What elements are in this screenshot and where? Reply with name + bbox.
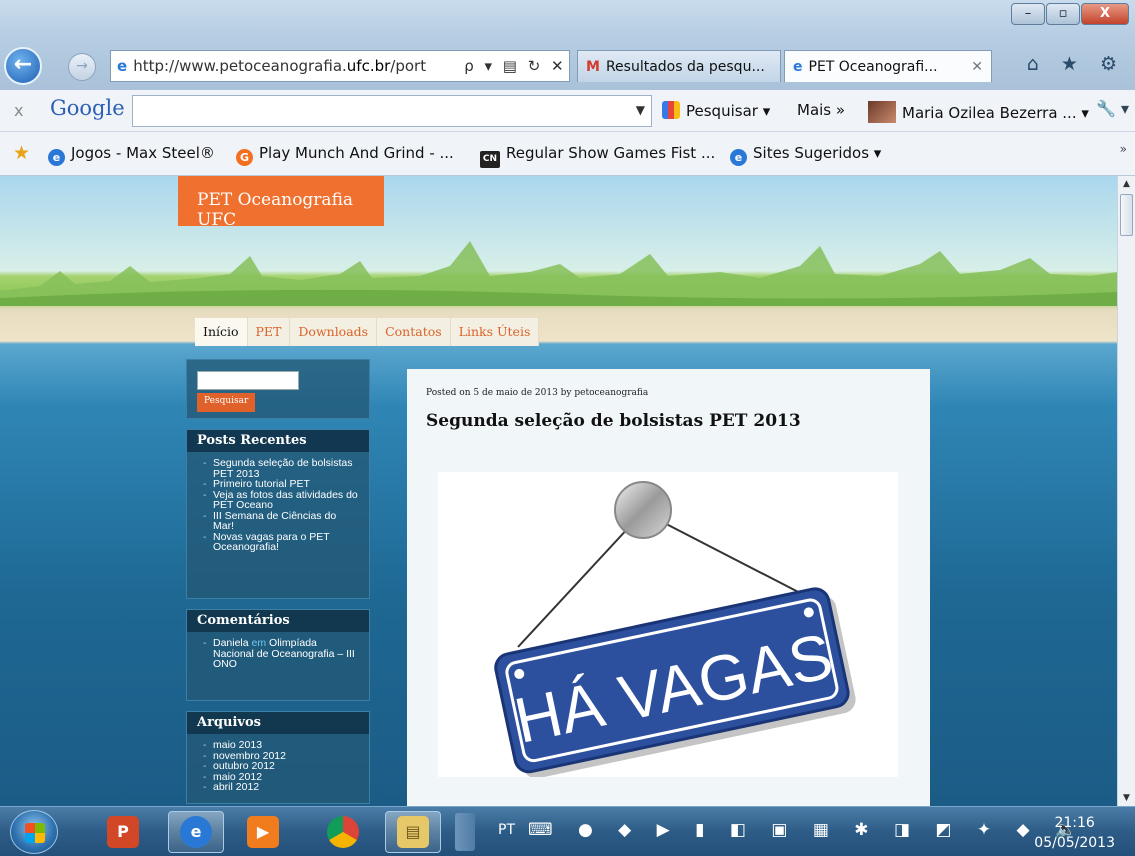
comments-widget: Comentários Daniela em Olimpíada Naciona… bbox=[186, 609, 370, 701]
post-content: Posted on 5 de maio de 2013 by petoceano… bbox=[407, 369, 930, 806]
google-search-icon bbox=[662, 101, 680, 119]
taskbar-internet-explorer[interactable]: e bbox=[168, 811, 224, 853]
gmail-icon: M bbox=[586, 58, 600, 75]
ie-icon: e bbox=[48, 149, 65, 166]
web-page: PET Oceanografia UFC Início PET Download… bbox=[0, 176, 1117, 806]
media-player-icon: ▶ bbox=[247, 816, 279, 848]
recent-post-link[interactable]: Veja as fotos das atividades do PET Ocea… bbox=[203, 489, 359, 511]
nav-pet[interactable]: PET bbox=[248, 318, 291, 346]
sidebar: Pesquisar Posts Recentes Segunda seleção… bbox=[186, 359, 370, 806]
google-logo: Google bbox=[50, 96, 125, 120]
nav-contatos[interactable]: Contatos bbox=[377, 318, 451, 346]
nav-links-uteis[interactable]: Links Úteis bbox=[451, 318, 540, 346]
address-url[interactable]: http://www.petoceanografia.ufc.br/port bbox=[133, 57, 458, 75]
favorite-link[interactable]: CN Regular Show Games Fist ... bbox=[480, 144, 715, 168]
recent-post-link[interactable]: Primeiro tutorial PET bbox=[203, 479, 359, 490]
user-account-button[interactable]: Maria Ozilea Bezerra ... ▾ bbox=[868, 101, 1089, 123]
system-clock[interactable]: 21:16 05/05/2013 bbox=[1034, 813, 1115, 853]
site-search-input[interactable] bbox=[197, 371, 299, 390]
archive-link[interactable]: abril 2012 bbox=[203, 782, 359, 793]
comment-item[interactable]: Daniela em Olimpíada Nacional de Oceanog… bbox=[203, 638, 359, 670]
favorite-link[interactable]: G Play Munch And Grind - ... bbox=[236, 144, 454, 166]
ie-icon: e bbox=[793, 58, 803, 75]
taskbar-file-explorer[interactable]: ▤ bbox=[385, 811, 441, 853]
scroll-up-arrow-icon[interactable]: ▲ bbox=[1118, 176, 1135, 192]
recent-posts-widget: Posts Recentes Segunda seleção de bolsis… bbox=[186, 429, 370, 599]
window-controls: – ▫ X bbox=[1010, 3, 1129, 25]
more-favorites-chevron-icon[interactable]: » bbox=[1120, 142, 1127, 156]
close-tab-icon[interactable]: ✕ bbox=[971, 59, 983, 75]
more-button[interactable]: Mais » bbox=[797, 101, 845, 119]
taskbar-divider[interactable] bbox=[455, 813, 475, 851]
post-meta: Posted on 5 de maio de 2013 by petoceano… bbox=[426, 388, 649, 398]
taskbar-media-player[interactable]: ▶ bbox=[235, 811, 291, 853]
ha-vagas-image: HÁ VAGAS bbox=[438, 472, 898, 779]
internet-explorer-icon: e bbox=[180, 816, 212, 848]
windows-logo-icon bbox=[25, 823, 45, 843]
minimize-button[interactable]: – bbox=[1011, 3, 1045, 25]
forward-button[interactable]: → bbox=[68, 53, 96, 81]
favorites-bar: ★ e Jogos - Max Steel® G Play Munch And Gr… bbox=[0, 132, 1135, 176]
chevron-down-icon[interactable]: ▼ bbox=[636, 103, 645, 117]
address-tools[interactable]: ρ ▾ ▤ ↻ ✕ bbox=[464, 57, 566, 75]
system-tray-icons[interactable]: ⌨ ● ◆ ▶ ▮ ◧ ▣ ▦ ✱ ◨ ◩ ✦ ◆ 🔈 bbox=[528, 820, 1086, 840]
google-toolbar: x Google ▼ Pesquisar ▾ Mais » Maria Ozil… bbox=[0, 90, 1135, 132]
avatar bbox=[868, 101, 896, 123]
tab-label: PET Oceanografi... bbox=[808, 58, 938, 75]
close-window-button[interactable]: X bbox=[1081, 3, 1129, 25]
site-nav: Início PET Downloads Contatos Links Útei… bbox=[195, 318, 540, 346]
widget-heading: Comentários bbox=[187, 610, 369, 632]
sidebar-search: Pesquisar bbox=[186, 359, 370, 419]
recent-post-link[interactable]: Segunda seleção de bolsistas PET 2013 bbox=[203, 458, 359, 479]
address-bar[interactable]: e http://www.petoceanografia.ufc.br/port… bbox=[110, 50, 570, 82]
nav-inicio[interactable]: Início bbox=[195, 318, 248, 346]
chrome-icon bbox=[327, 816, 359, 848]
archives-widget: Arquivos maio 2013 novembro 2012 outubro… bbox=[186, 711, 370, 804]
site-search-button[interactable]: Pesquisar bbox=[197, 393, 256, 412]
maximize-button[interactable]: ▫ bbox=[1046, 3, 1080, 25]
ie-icon: e bbox=[730, 149, 747, 166]
google-search-button[interactable]: Pesquisar ▾ bbox=[662, 101, 770, 120]
browser-titlebar: – ▫ X ← → e http://www.petoceanografia.u… bbox=[0, 0, 1135, 90]
nav-downloads[interactable]: Downloads bbox=[290, 318, 378, 346]
post-title[interactable]: Segunda seleção de bolsistas PET 2013 bbox=[426, 411, 801, 431]
back-button[interactable]: ← bbox=[4, 47, 42, 85]
home-favorites-tools-icons[interactable]: ⌂ ★ ⚙ bbox=[1027, 53, 1125, 75]
language-indicator[interactable]: PT bbox=[498, 822, 515, 838]
scroll-down-arrow-icon[interactable]: ▼ bbox=[1118, 790, 1135, 806]
widget-heading: Arquivos bbox=[187, 712, 369, 734]
powerpoint-icon: P bbox=[107, 816, 139, 848]
tab-label: Resultados da pesqu... bbox=[605, 58, 765, 75]
archive-link[interactable]: maio 2013 bbox=[203, 740, 359, 751]
beach-skyline-illustration bbox=[0, 241, 1117, 306]
start-button[interactable] bbox=[10, 810, 58, 854]
google-search-input[interactable]: ▼ bbox=[132, 95, 652, 127]
taskbar-chrome[interactable] bbox=[315, 811, 371, 853]
wrench-icon[interactable]: 🔧 ▾ bbox=[1096, 99, 1129, 118]
taskbar-powerpoint[interactable]: P bbox=[95, 811, 151, 853]
site-title[interactable]: PET Oceanografia UFC bbox=[178, 176, 384, 230]
tab-gmail[interactable]: M Resultados da pesqu... bbox=[577, 50, 781, 82]
folder-icon: ▤ bbox=[397, 816, 429, 848]
widget-heading: Posts Recentes bbox=[187, 430, 369, 452]
windows-taskbar: P e ▶ ▤ PT ⌨ ● ◆ ▶ ▮ ◧ ▣ ▦ ✱ ◨ ◩ ✦ ◆ 🔈 2… bbox=[0, 806, 1135, 856]
favorite-link[interactable]: e Sites Sugeridos ▾ bbox=[730, 144, 881, 166]
close-toolbar-icon[interactable]: x bbox=[14, 101, 23, 120]
favorites-star-icon[interactable]: ★ bbox=[13, 142, 30, 164]
tab-pet-oceanografia[interactable]: e PET Oceanografi... ✕ bbox=[784, 50, 992, 82]
favorite-link[interactable]: e Jogos - Max Steel® bbox=[48, 144, 215, 166]
page-scrollbar[interactable]: ▲ ▼ bbox=[1117, 176, 1135, 806]
recent-post-link[interactable]: III Semana de Ciências do Mar! bbox=[203, 510, 359, 532]
archive-link[interactable]: outubro 2012 bbox=[203, 761, 359, 772]
scroll-thumb[interactable] bbox=[1120, 194, 1133, 236]
ie-page-icon: e bbox=[117, 57, 128, 75]
recent-post-link[interactable]: Novas vagas para o PET Oceanografia! bbox=[203, 531, 359, 553]
g-icon: G bbox=[236, 149, 253, 166]
cartoon-network-icon: CN bbox=[480, 151, 500, 168]
